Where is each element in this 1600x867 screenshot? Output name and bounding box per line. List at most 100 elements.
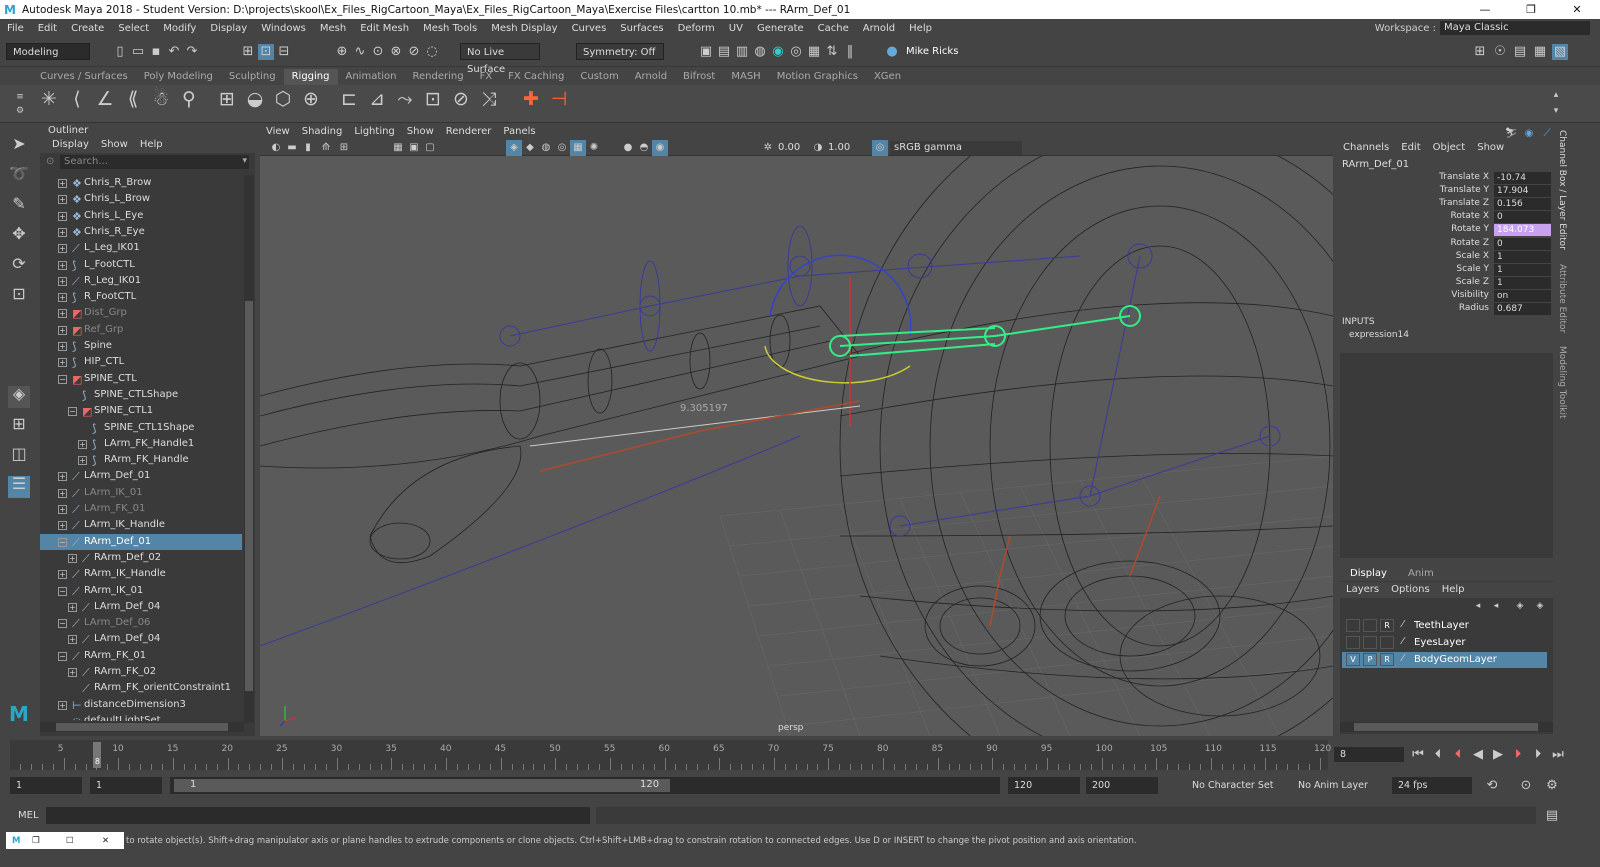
rotate-manipulator-yellow[interactable] <box>764 345 911 384</box>
channel-attribute-row[interactable]: Radius 0.687 <box>1337 303 1551 316</box>
outliner-row[interactable]: + ⊢ distanceDimension3 <box>40 697 242 713</box>
outliner-row[interactable]: + ⟆ RArm_FK_Handle <box>40 452 242 468</box>
paint-weights-icon[interactable]: ◒ <box>244 90 266 113</box>
playback-end-field[interactable]: 120 <box>1008 777 1080 794</box>
viewport-menu-shading[interactable]: Shading <box>296 124 349 140</box>
camera-attrs-icon[interactable]: ▬ <box>284 140 300 156</box>
outliner-row[interactable]: + ⟋ LArm_Def_04 <box>40 599 242 615</box>
outliner-row[interactable]: ⟋ RArm_FK_orientConstraint1 <box>40 680 242 696</box>
gamma-field[interactable]: 1.00 <box>828 142 868 154</box>
layer-p-toggle[interactable] <box>1363 636 1377 649</box>
expand-toggle-icon[interactable]: − <box>58 374 67 384</box>
snap-view-icon[interactable]: ⊗ <box>388 44 404 60</box>
script-editor-icon[interactable]: ▤ <box>1544 808 1560 824</box>
snap-surface-icon[interactable]: ⊘ <box>406 44 422 60</box>
gate-mask-icon[interactable]: ▢ <box>422 140 438 156</box>
layer-row[interactable]: R ⁄ TeethLayer <box>1342 618 1547 634</box>
channel-attribute-row[interactable]: Translate Y 17.904 <box>1337 185 1551 198</box>
move-layer-up-icon[interactable]: ◂ <box>1470 598 1486 614</box>
mirror-joint-icon[interactable]: ⟪ <box>122 90 144 113</box>
anim-layer-dropdown[interactable]: No Anim Layer <box>1292 777 1382 794</box>
expand-toggle-icon[interactable]: + <box>58 342 67 351</box>
grid-icon[interactable]: ⊞ <box>336 140 352 156</box>
step-back-frame-icon[interactable]: ⏴ <box>1450 747 1466 763</box>
outliner-menu-help[interactable]: Help <box>134 137 169 153</box>
viewport-canvas[interactable]: 9.305197 persp <box>260 124 1333 736</box>
playback-start-field[interactable]: 1 <box>90 777 162 794</box>
channel-attribute-row[interactable]: Visibility on <box>1337 289 1551 303</box>
layer-tab-display[interactable]: Display <box>1350 568 1387 579</box>
minimize-button[interactable]: — <box>1462 0 1508 19</box>
isolate-icon[interactable]: ◉ <box>652 140 668 156</box>
taskbar-window-chip[interactable]: M ❐ ☐ ✕ <box>6 832 124 849</box>
color-management-icon[interactable]: ◎ <box>872 140 888 156</box>
shelf-tab-rigging[interactable]: Rigging <box>283 69 338 85</box>
outliner-row[interactable]: + ⟆ HIP_CTL <box>40 354 242 370</box>
shelf-tab-bifrost[interactable]: Bifrost <box>675 69 723 85</box>
menu-uv[interactable]: UV <box>722 23 750 34</box>
script-language-label[interactable]: MEL <box>18 810 39 821</box>
select-object-icon[interactable]: ⊡ <box>258 44 274 60</box>
layer-tab-anim[interactable]: Anim <box>1408 568 1434 579</box>
undo-icon[interactable]: ↶ <box>166 44 182 60</box>
menu-help[interactable]: Help <box>902 23 939 34</box>
new-layer-icon[interactable]: ◈ <box>1512 598 1528 614</box>
smooth-shade-icon[interactable]: ◆ <box>522 140 538 156</box>
persp-outliner-layout-icon[interactable]: ◫ <box>8 446 30 468</box>
user-account-dropdown[interactable]: Mike Ricks <box>900 43 978 60</box>
outliner-row[interactable]: + ⟋ LArm_IK_Handle <box>40 517 242 533</box>
channel-attribute-row[interactable]: Scale X 1 <box>1337 250 1551 264</box>
pause-viewport-icon[interactable]: ‖ <box>842 44 858 60</box>
outliner-row[interactable]: + ❖ Chris_L_Brow <box>40 191 242 207</box>
time-slider[interactable]: 5 10 15 20 25 30 35 40 45 50 55 60 65 70 75 80 85 90 95 100… <box>0 740 1600 770</box>
move-tool-icon[interactable]: ✥ <box>8 226 30 248</box>
shelf-tab-fx[interactable]: FX <box>472 69 501 85</box>
render-frame-icon[interactable]: ▣ <box>698 44 714 60</box>
film-gate-icon[interactable]: ▦ <box>390 140 406 156</box>
play-backward-icon[interactable]: ◀ <box>1470 747 1486 763</box>
channel-attribute-row[interactable]: Scale Y 1 <box>1337 263 1551 277</box>
rotate-manipulator-blue[interactable] <box>769 254 912 337</box>
menu-arnold[interactable]: Arnold <box>856 23 902 34</box>
aim-constraint-icon[interactable]: ⤨ <box>478 90 500 113</box>
expand-toggle-icon[interactable]: + <box>68 602 77 612</box>
scale-tool-icon[interactable]: ⊡ <box>8 286 30 308</box>
channel-key-icon[interactable]: ⛷ <box>1503 126 1519 142</box>
menu-mesh-tools[interactable]: Mesh Tools <box>416 23 484 34</box>
layer-menu-help[interactable]: Help <box>1436 582 1471 598</box>
outliner-row[interactable]: + ❖ Chris_R_Eye <box>40 224 242 240</box>
menu-create[interactable]: Create <box>64 23 111 34</box>
channel-attribute-row[interactable]: Rotate Z 0 <box>1337 237 1551 251</box>
step-forward-frame-icon[interactable]: ⏵ <box>1510 747 1526 763</box>
shelf-tab-motion-graphics[interactable]: Motion Graphics <box>769 69 866 85</box>
expand-toggle-icon[interactable]: + <box>78 456 87 466</box>
snap-curve-icon[interactable]: ∿ <box>352 44 368 60</box>
expression-node[interactable]: expression14 <box>1349 330 1409 340</box>
layer-color-icon[interactable]: ⁄ <box>1402 619 1404 630</box>
layer-v-toggle[interactable] <box>1346 636 1360 649</box>
render-settings-icon[interactable]: ▥ <box>734 44 750 60</box>
expand-toggle-icon[interactable]: + <box>58 700 67 710</box>
menu-curves[interactable]: Curves <box>565 23 614 34</box>
attribute-value-field[interactable]: 0.687 <box>1494 303 1551 315</box>
expand-toggle-icon[interactable]: + <box>58 472 67 482</box>
viewport-menu-lighting[interactable]: Lighting <box>348 124 400 140</box>
channel-attribute-row[interactable]: Scale Z 1 <box>1337 276 1551 290</box>
side-tab-modeling-toolkit[interactable]: Modeling Toolkit <box>1557 346 1567 419</box>
shelf-tab-custom[interactable]: Custom <box>572 69 626 85</box>
shelf-tab-fx-caching[interactable]: FX Caching <box>500 69 572 85</box>
attribute-value-field[interactable]: -10.74 <box>1494 172 1551 184</box>
outliner-hscrollbar[interactable] <box>40 722 244 732</box>
expand-toggle-icon[interactable]: + <box>68 635 77 645</box>
channel-menu-show[interactable]: Show <box>1471 142 1510 153</box>
menu-mesh[interactable]: Mesh <box>313 23 353 34</box>
channel-box-icon[interactable]: ▧ <box>1552 44 1568 60</box>
step-forward-key-icon[interactable]: ⏵ <box>1530 747 1546 763</box>
loop-icon[interactable]: ⟲ <box>1484 778 1500 794</box>
play-forward-icon[interactable]: ▶ <box>1490 747 1506 763</box>
outliner-row[interactable]: + ⟋ LArm_IK_01 <box>40 485 242 501</box>
orient-constraint-icon[interactable]: ⊡ <box>422 90 444 113</box>
humanik-icon[interactable]: ⚲ <box>178 90 200 113</box>
snap-vertex-icon[interactable]: ◌ <box>424 44 440 60</box>
channel-attribute-row[interactable]: Rotate Y 184.073 <box>1337 224 1551 237</box>
